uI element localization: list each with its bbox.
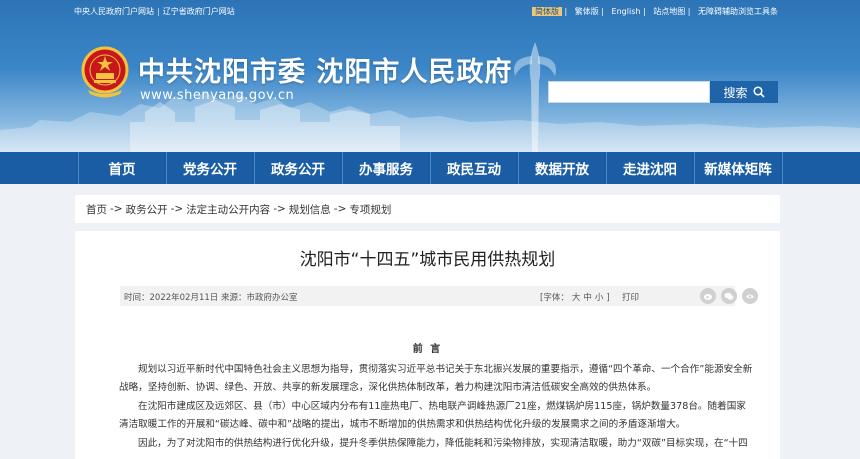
article-content: 沈阳市“十四五”城市民用供热规划 时间：2022年02月11日 来源：市政府办公… <box>75 231 780 459</box>
main-nav: 首页 党务公开 政务公开 办事服务 政民互动 数据开放 走进沈阳 新媒体矩阵 <box>0 152 860 184</box>
font-size-medium[interactable]: 中 <box>583 293 592 303</box>
site-url: www.shenyang.gov.cn <box>140 88 295 103</box>
link-simplified[interactable]: 简体版 <box>531 7 562 16</box>
top-left-links: 中央人民政府门户网站 | 辽宁省政府门户网站 <box>74 7 235 16</box>
article-paragraph-2: 在沈阳市建成区及远郊区、县（市）中心区域内分布有11座热电厂、热电联产调峰热源厂… <box>119 401 746 430</box>
font-size-small[interactable]: 小 <box>595 293 604 303</box>
article-title: 沈阳市“十四五”城市民用供热规划 <box>299 250 556 270</box>
nav-new-media[interactable]: 新媒体矩阵 <box>695 152 783 184</box>
qq-share-icon[interactable] <box>742 288 758 304</box>
nav-open-data[interactable]: 数据开放 <box>519 152 607 184</box>
breadcrumb-gov-affairs[interactable]: 政务公开 <box>126 202 168 217</box>
search-icon <box>752 86 765 98</box>
link-accessibility[interactable]: 无障碍辅助浏览工具条 <box>698 7 778 16</box>
breadcrumb-home[interactable]: 首页 <box>86 202 107 217</box>
search-button-label: 搜索 <box>723 85 748 100</box>
nav-about-shenyang[interactable]: 走进沈阳 <box>607 152 695 184</box>
breadcrumb-sep: -> <box>273 203 286 215</box>
breadcrumb-statutory[interactable]: 法定主动公开内容 <box>186 202 270 217</box>
search-input[interactable] <box>548 81 710 103</box>
font-size-controls: [字体：大中小] <box>540 291 610 303</box>
article-paragraph-3: 因此，为了对沈阳市的供热结构进行优化升级，提升冬季供热保障能力，降低能耗和污染物… <box>138 438 748 449</box>
search-button[interactable]: 搜索 <box>710 81 778 103</box>
wechat-share-icon[interactable] <box>721 288 737 304</box>
top-right-links: 简体版 | 繁体版 | English | 站点地图 | 无障碍辅助浏览工具条 <box>527 6 778 17</box>
breadcrumb-sep: -> <box>333 203 347 215</box>
national-emblem-icon <box>81 46 129 98</box>
breadcrumb: 首页 -> 政务公开 -> 法定主动公开内容 -> 规划信息 -> 专项规划 <box>75 195 780 223</box>
site-header: 中央人民政府门户网站 | 辽宁省政府门户网站 简体版 | 繁体版 | English… <box>0 0 860 152</box>
top-utility-bar: 中央人民政府门户网站 | 辽宁省政府门户网站 简体版 | 繁体版 | English… <box>0 0 860 22</box>
font-size-large[interactable]: 大 <box>572 293 581 303</box>
nav-interaction[interactable]: 政民互动 <box>431 152 519 184</box>
link-liaoning-gov[interactable]: 辽宁省政府门户网站 <box>163 7 235 16</box>
print-link[interactable]: 打印 <box>622 291 639 303</box>
nav-home[interactable]: 首页 <box>79 152 167 184</box>
site-title: 中共沈阳市委 沈阳市人民政府 <box>138 57 513 88</box>
article-meta-bar: 时间：2022年02月11日 来源：市政府办公室 [字体：大中小] 打印 <box>120 286 758 306</box>
font-size-label: [字体： <box>540 293 569 303</box>
nav-services[interactable]: 办事服务 <box>343 152 431 184</box>
breadcrumb-sep: -> <box>110 203 123 215</box>
font-size-close: ] <box>606 293 610 303</box>
nav-gov-affairs[interactable]: 政务公开 <box>255 152 343 184</box>
breadcrumb-sep: -> <box>170 203 184 215</box>
link-english[interactable]: English <box>612 7 641 16</box>
weibo-share-icon[interactable] <box>700 288 716 304</box>
breadcrumb-special-plan[interactable]: 专项规划 <box>349 202 391 217</box>
article-time-source: 时间：2022年02月11日 来源：市政府办公室 <box>124 293 298 303</box>
nav-party-affairs[interactable]: 党务公开 <box>167 152 255 184</box>
link-central-gov[interactable]: 中央人民政府门户网站 <box>74 7 154 16</box>
breadcrumb-planning[interactable]: 规划信息 <box>289 202 331 217</box>
link-traditional[interactable]: 繁体版 <box>575 7 599 16</box>
section-heading-preface: 前 言 <box>412 344 443 355</box>
article-paragraph-1: 规划以习近平新时代中国特色社会主义思想为指导，贯彻落实习近平总书记关于东北振兴发… <box>119 364 753 393</box>
link-sitemap[interactable]: 站点地图 <box>653 7 685 16</box>
